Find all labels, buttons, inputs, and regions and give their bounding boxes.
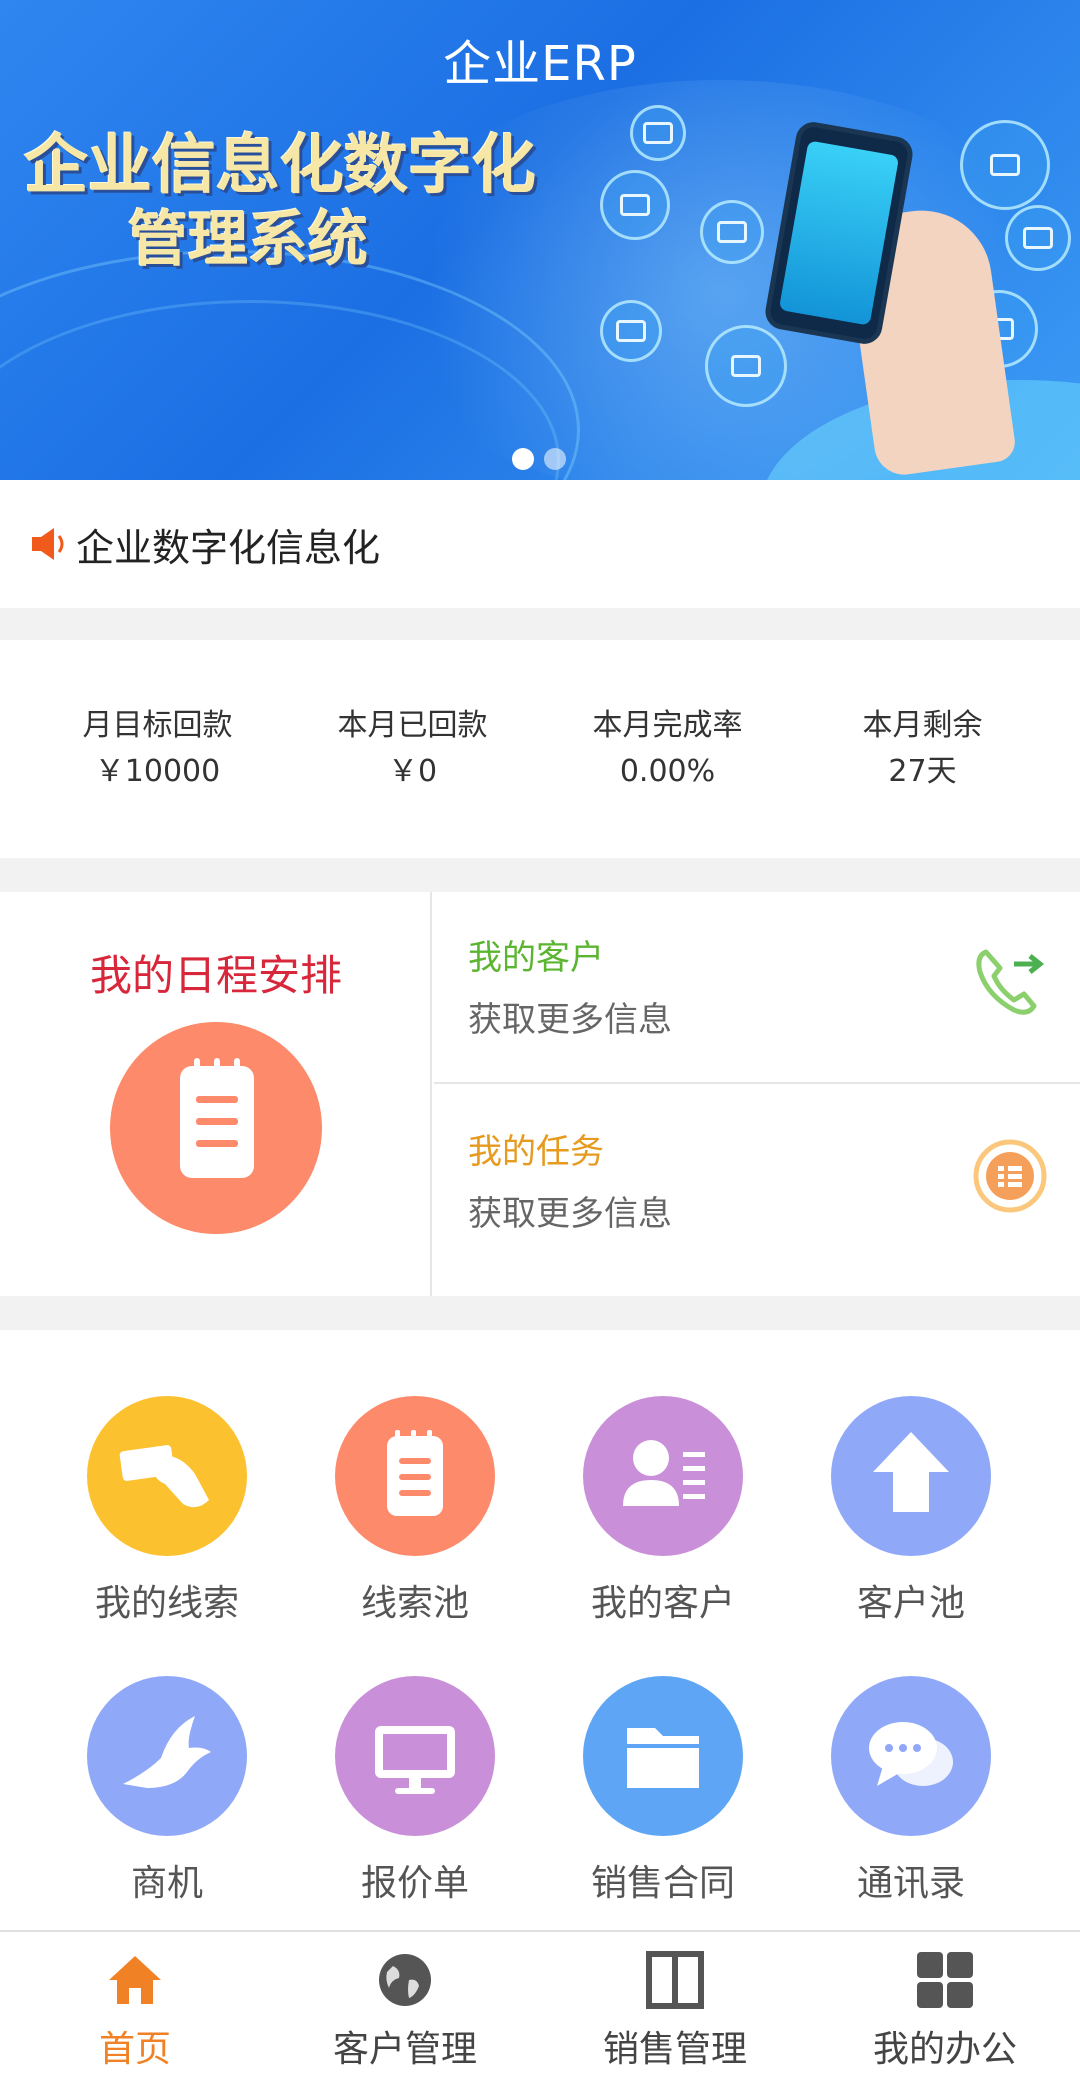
banner-headline-line2: 管理系统 xyxy=(128,205,368,275)
cloud-icon xyxy=(1005,205,1071,271)
stat-completion-rate: 本月完成率 0.00% xyxy=(540,640,795,858)
chat-bubbles-icon xyxy=(831,1676,991,1836)
grid-item-lead-pool[interactable]: 线索池 xyxy=(290,1396,540,1636)
stat-label: 本月已回款 xyxy=(337,708,488,743)
grid-item-label: 线索池 xyxy=(360,1583,469,1624)
banner-carousel[interactable]: 企业ERP 企业信息化数字化 管理系统 xyxy=(0,0,1080,480)
quick-panel: 我的日程安排 我的客户 获取更多信息 我的任务 获取更多信息 xyxy=(0,892,1080,1296)
tab-label: 我的办公 xyxy=(872,2029,1017,2070)
phone-forward-icon xyxy=(970,942,1050,1022)
app-title: 企业ERP xyxy=(443,36,637,92)
my-customers-subtitle: 获取更多信息 xyxy=(468,1000,672,1040)
contact-card-icon xyxy=(583,1396,743,1556)
up-arrow-icon xyxy=(705,325,787,407)
grid-item-label: 商机 xyxy=(130,1863,203,1904)
my-customers-card[interactable]: 我的客户 获取更多信息 xyxy=(434,892,1080,1084)
grid-item-my-customers[interactable]: 我的客户 xyxy=(538,1396,788,1636)
stat-label: 月目标回款 xyxy=(82,708,233,743)
notice-text: 企业数字化信息化 xyxy=(76,525,381,570)
stat-received: 本月已回款 ￥0 xyxy=(285,640,540,858)
notepad-icon xyxy=(335,1396,495,1556)
stats-panel: 月目标回款 ￥10000 本月已回款 ￥0 本月完成率 0.00% 本月剩余 2… xyxy=(0,640,1080,858)
stat-value: 0.00% xyxy=(619,754,716,789)
dove-icon xyxy=(87,1676,247,1836)
my-tasks-subtitle: 获取更多信息 xyxy=(468,1194,672,1234)
tab-sales-management[interactable]: 销售管理 xyxy=(540,1932,810,2076)
grid-item-label: 客户池 xyxy=(856,1583,965,1624)
grid-item-label: 通讯录 xyxy=(856,1863,965,1904)
schedule-title: 我的日程安排 xyxy=(89,951,342,1000)
speaker-icon xyxy=(30,524,70,564)
grid-item-customer-pool[interactable]: 客户池 xyxy=(786,1396,1036,1636)
function-grid: 我的线索 线索池 我的客户 客户池 商机 报价单 销售合同 通讯录 xyxy=(0,1330,1080,1930)
tab-my-office[interactable]: 我的办公 xyxy=(810,1932,1080,2076)
stat-label: 本月完成率 xyxy=(592,708,743,743)
grid-icon xyxy=(915,1950,975,2010)
grid-item-label: 我的客户 xyxy=(590,1583,735,1624)
stat-value: 27天 xyxy=(888,754,957,789)
my-tasks-title: 我的任务 xyxy=(468,1132,604,1172)
home-icon xyxy=(105,1950,165,2010)
grid-item-label: 我的线索 xyxy=(94,1583,239,1624)
globe-icon xyxy=(375,1950,435,2010)
grid-item-label: 销售合同 xyxy=(590,1863,735,1904)
split-panel-icon xyxy=(645,1950,705,2010)
grid-item-contacts[interactable]: 通讯录 xyxy=(786,1676,1036,1916)
cloud-user-icon xyxy=(600,170,670,240)
my-tasks-card[interactable]: 我的任务 获取更多信息 xyxy=(434,1086,1080,1278)
chart-icon xyxy=(960,120,1050,210)
banner-headline-line1: 企业信息化数字化 xyxy=(24,129,536,203)
schedule-card[interactable]: 我的日程安排 xyxy=(0,892,432,1296)
carousel-dot-2[interactable] xyxy=(544,448,566,470)
carousel-indicator xyxy=(512,448,566,470)
stat-monthly-target: 月目标回款 ￥10000 xyxy=(30,640,285,858)
chart-icon xyxy=(600,300,662,362)
stat-label: 本月剩余 xyxy=(862,708,983,743)
tab-customer-management[interactable]: 客户管理 xyxy=(270,1932,540,2076)
monitor-icon xyxy=(335,1676,495,1836)
bottom-tab-bar: 首页 客户管理 销售管理 我的办公 xyxy=(0,1930,1080,2076)
notice-bar[interactable]: 企业数字化信息化 xyxy=(0,480,1080,608)
grid-item-my-leads[interactable]: 我的线索 xyxy=(42,1396,292,1636)
tab-home[interactable]: 首页 xyxy=(0,1932,270,2076)
tab-label: 首页 xyxy=(98,2029,171,2070)
task-list-icon xyxy=(970,1136,1050,1216)
notepad-icon[interactable] xyxy=(110,1022,322,1234)
tab-label: 客户管理 xyxy=(332,2029,477,2070)
upload-arrow-icon xyxy=(831,1396,991,1556)
my-customers-title: 我的客户 xyxy=(468,938,604,978)
cloud-icon xyxy=(630,105,686,161)
grid-item-label: 报价单 xyxy=(360,1863,469,1904)
lock-icon xyxy=(700,200,764,264)
hand-card-icon xyxy=(87,1396,247,1556)
grid-item-opportunity[interactable]: 商机 xyxy=(42,1676,292,1916)
folder-icon xyxy=(583,1676,743,1836)
carousel-dot-1[interactable] xyxy=(512,448,534,470)
tab-label: 销售管理 xyxy=(602,2029,747,2070)
grid-item-quotation[interactable]: 报价单 xyxy=(290,1676,540,1916)
banner-headline: 企业信息化数字化 管理系统 xyxy=(24,128,536,276)
stat-days-remaining: 本月剩余 27天 xyxy=(795,640,1050,858)
stat-value: ￥0 xyxy=(387,754,438,789)
stat-value: ￥10000 xyxy=(94,754,221,789)
grid-item-sales-contract[interactable]: 销售合同 xyxy=(538,1676,788,1916)
